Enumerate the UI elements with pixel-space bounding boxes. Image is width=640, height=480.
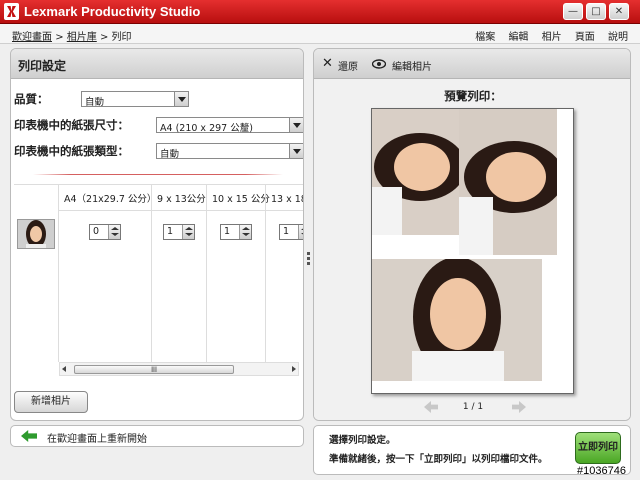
spin-arrows-icon[interactable] xyxy=(298,225,303,239)
breadcrumb-separator: > xyxy=(55,32,64,43)
paper-type-value: 自動 xyxy=(160,149,180,160)
quantity-stepper[interactable]: 1 xyxy=(163,224,195,240)
spin-arrows-icon[interactable] xyxy=(182,225,194,239)
preview-photo[interactable] xyxy=(372,259,542,381)
breadcrumb-current: 列印 xyxy=(111,32,132,43)
restart-text[interactable]: 在歡迎畫面上重新開始 xyxy=(47,434,147,445)
panel-splitter-handle[interactable] xyxy=(305,250,311,268)
print-preview-area: 預覽列印： 1 / 1 xyxy=(314,79,630,420)
chevron-down-icon[interactable] xyxy=(289,144,303,158)
quantity-value: 1 xyxy=(167,226,174,237)
preview-title: 預覽列印： xyxy=(444,89,502,103)
quality-value: 自動 xyxy=(85,97,105,108)
print-settings-title: 列印設定 xyxy=(11,49,303,79)
watermark: #1036746 xyxy=(577,465,626,477)
quality-label: 品質： xyxy=(14,94,49,106)
lexmark-logo-icon xyxy=(4,3,19,20)
quantity-value: 0 xyxy=(93,226,100,237)
chevron-down-icon[interactable] xyxy=(174,92,188,106)
chevron-down-icon[interactable] xyxy=(289,118,303,132)
preview-page xyxy=(371,108,574,394)
nav-bar: 歡迎畫面 > 相片庫 > 列印 檔案 編輯 相片 頁面 說明 xyxy=(0,24,640,44)
close-icon[interactable]: ✕ xyxy=(322,56,333,71)
divider xyxy=(33,174,283,175)
page-indicator: 1 / 1 xyxy=(462,402,484,412)
preview-photo[interactable] xyxy=(372,109,459,235)
quantity-stepper[interactable]: 1 xyxy=(279,224,303,240)
paper-size-value: A4 (210 x 297 公釐) xyxy=(160,123,253,134)
instruction-line-2: 準備就緒後，按一下「立即列印」以列印檔印文件。 xyxy=(329,454,548,465)
column-header: 9 x 13公分 xyxy=(152,185,206,211)
preview-toolbar: ✕ 還原 編輯相片 xyxy=(314,49,630,79)
menu-file[interactable]: 檔案 xyxy=(475,32,495,43)
paper-type-label: 印表機中的紙張類型： xyxy=(14,146,129,158)
column-header: A4（21x29.7 公分） xyxy=(59,185,156,211)
title-bar: Lexmark Productivity Studio — □ ✕ xyxy=(0,0,640,24)
print-settings-panel: 列印設定 品質： 自動 印表機中的紙張尺寸： A4 (210 x 297 公釐)… xyxy=(10,48,304,421)
window-title: Lexmark Productivity Studio xyxy=(24,4,201,19)
quantity-value: 1 xyxy=(283,226,290,237)
horizontal-scrollbar[interactable]: lll xyxy=(59,362,299,376)
column-header: 13 x 18 公 xyxy=(266,185,303,211)
menu-bar: 檔案 編輯 相片 頁面 說明 xyxy=(465,28,628,43)
print-now-button[interactable]: 立即列印 xyxy=(575,432,621,464)
instruction-line-1: 選擇列印設定。 xyxy=(329,435,396,446)
column-header: 10 x 15 公分 xyxy=(207,185,270,211)
preview-photo[interactable] xyxy=(459,109,557,255)
breadcrumb: 歡迎畫面 > 相片庫 > 列印 xyxy=(12,28,132,43)
restart-link[interactable]: 在歡迎畫面上重新開始 xyxy=(10,425,304,447)
size-column: 13 x 18 公 1 xyxy=(265,185,303,362)
menu-edit[interactable]: 編輯 xyxy=(508,32,528,43)
back-arrow-icon[interactable] xyxy=(21,430,37,442)
scroll-right-icon[interactable] xyxy=(292,366,296,372)
scrollbar-thumb[interactable]: lll xyxy=(74,365,234,374)
quality-select[interactable]: 自動 xyxy=(81,91,189,108)
breadcrumb-home-link[interactable]: 歡迎畫面 xyxy=(12,32,52,43)
edit-photo-button[interactable]: 編輯相片 xyxy=(392,58,432,73)
menu-photo[interactable]: 相片 xyxy=(542,32,562,43)
quantity-stepper[interactable]: 1 xyxy=(220,224,252,240)
size-column: 10 x 15 公分 1 xyxy=(206,185,270,362)
scroll-left-icon[interactable] xyxy=(62,366,66,372)
quantity-stepper[interactable]: 0 xyxy=(89,224,121,240)
breadcrumb-separator: > xyxy=(99,32,109,43)
portrait-thumbnail-icon xyxy=(18,220,54,248)
spin-arrows-icon[interactable] xyxy=(239,225,251,239)
breadcrumb-gallery-link[interactable]: 相片庫 xyxy=(67,32,97,43)
menu-page[interactable]: 頁面 xyxy=(575,32,595,43)
size-column: A4（21x29.7 公分） 0 xyxy=(58,185,156,362)
size-column: 9 x 13公分 1 xyxy=(151,185,206,362)
photo-thumbnail[interactable] xyxy=(17,219,55,249)
maximize-button[interactable]: □ xyxy=(586,3,606,20)
eye-icon[interactable] xyxy=(372,59,386,69)
quantity-value: 1 xyxy=(224,226,231,237)
paper-type-select[interactable]: 自動 xyxy=(156,143,303,160)
menu-help[interactable]: 說明 xyxy=(608,32,628,43)
spin-arrows-icon[interactable] xyxy=(108,225,120,239)
add-photo-button[interactable]: 新增相片 xyxy=(14,391,88,413)
undo-button[interactable]: 還原 xyxy=(338,58,358,73)
preview-panel: ✕ 還原 編輯相片 預覽列印： 1 / 1 xyxy=(313,48,631,421)
minimize-button[interactable]: — xyxy=(563,3,583,20)
photo-size-table: A4（21x29.7 公分） 0 9 x 13公分 1 10 x 15 公分 1… xyxy=(14,184,303,362)
paper-size-label: 印表機中的紙張尺寸： xyxy=(14,120,129,132)
close-button[interactable]: ✕ xyxy=(609,3,629,20)
paper-size-select[interactable]: A4 (210 x 297 公釐) xyxy=(156,117,303,134)
